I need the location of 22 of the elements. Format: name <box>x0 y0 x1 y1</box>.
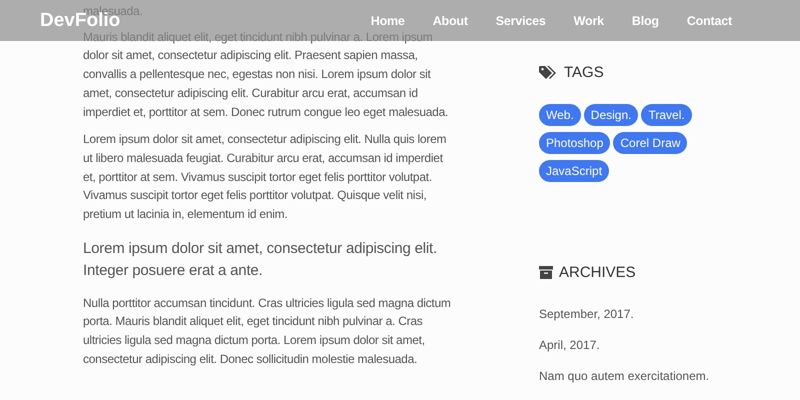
tags-heading: TAGS <box>564 64 604 81</box>
tag-link[interactable]: Travel. <box>641 104 692 126</box>
archive-link[interactable]: Nam quo autem exercitationem. <box>539 369 710 383</box>
nav-link[interactable]: Blog <box>618 14 673 28</box>
nav-link[interactable]: Work <box>560 14 618 28</box>
tag-link[interactable]: Corel Draw <box>613 132 688 154</box>
tag-link[interactable]: Design. <box>584 104 638 126</box>
archive-link[interactable]: September, 2017. <box>539 307 634 321</box>
tags-icon <box>539 65 558 80</box>
lead-paragraph: Lorem ipsum dolor sit amet, consectetur adipiscing elit. Integer posuere erat a ante. <box>83 238 438 281</box>
nav-link[interactable]: Services <box>482 14 560 28</box>
archives-heading: ARCHIVES <box>559 264 636 281</box>
tag-link[interactable]: Web. <box>539 104 581 126</box>
nav-link[interactable]: Home <box>356 14 419 28</box>
paragraph: Lorem ipsum dolor sit amet, consectetur adipiscing elit. Nulla quis lorem ut libero malesuada feugiat. Curabitur arcu erat, accumsan id imperdiet et, porttitor at sem. Vivamus suscipit tortor eget felis porttitor volutpat. Vivamus suscipit tortor eget felis porttitor volutpat. Quisque velit nisi, pretium ut lacinia in, elementum id enim. <box>83 131 448 224</box>
nav-link[interactable]: About <box>418 14 482 28</box>
tag-link[interactable]: JavaScript <box>539 160 610 182</box>
paragraph: Nulla porttitor accumsan tincidunt. Cras ultricies ligula sed magna dictum porta. Mauris blandit aliquet elit, eget tincidunt nibh pulvinar a. Cras ultricies ligula sed magna dictum porta. Lorem ipsum dolor sit amet, consectetur adipiscing elit. Donec sollicitudin molestie malesuada. <box>83 294 452 368</box>
archive-box-icon <box>539 266 553 279</box>
tag-link[interactable]: Photoshop <box>539 132 610 154</box>
archive-link[interactable]: April, 2017. <box>539 338 600 352</box>
nav-link[interactable]: Contact <box>672 14 746 28</box>
